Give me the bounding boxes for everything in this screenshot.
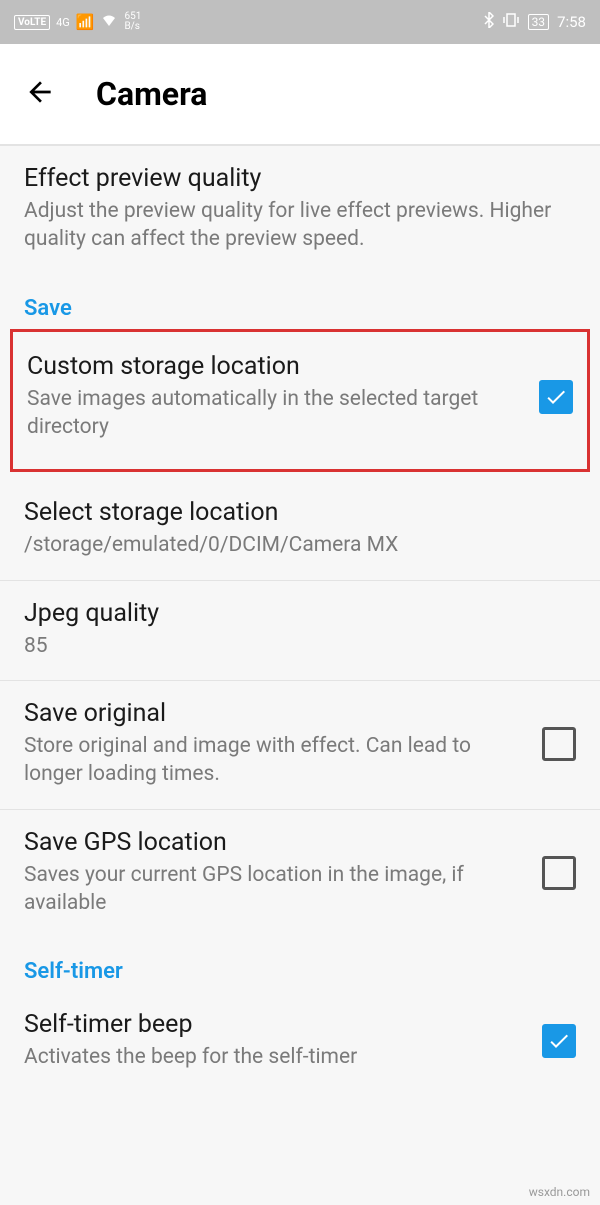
setting-jpeg-quality[interactable]: Jpeg quality 85 — [0, 581, 600, 681]
setting-title: Self-timer beep — [24, 1010, 522, 1039]
checkbox-save-gps[interactable] — [542, 856, 576, 890]
watermark: wsxdn.com — [529, 1185, 590, 1199]
setting-title: Save GPS location — [24, 828, 522, 857]
highlighted-setting: Custom storage location Save images auto… — [10, 329, 590, 473]
data-speed: 651 B/s — [124, 12, 141, 32]
setting-subtitle: /storage/emulated/0/DCIM/Camera MX — [24, 531, 576, 559]
page-title: Camera — [96, 75, 207, 113]
checkbox-selftimer-beep[interactable] — [542, 1024, 576, 1058]
wifi-icon — [100, 13, 118, 31]
setting-subtitle: 85 — [24, 632, 576, 660]
signal-icon: 📶 — [76, 13, 95, 31]
setting-title: Effect preview quality — [24, 164, 576, 193]
bluetooth-icon — [484, 12, 494, 32]
setting-title: Save original — [24, 699, 522, 728]
time: 7:58 — [557, 13, 586, 31]
setting-subtitle: Saves your current GPS location in the i… — [24, 861, 522, 918]
status-left: VoLTE 4G 📶 651 B/s — [14, 12, 141, 32]
setting-subtitle: Activates the beep for the self-timer — [24, 1043, 522, 1071]
checkbox-custom-storage[interactable] — [539, 380, 573, 414]
setting-save-gps[interactable]: Save GPS location Saves your current GPS… — [0, 810, 600, 938]
setting-save-original[interactable]: Save original Store original and image w… — [0, 681, 600, 810]
section-header-selftimer: Self-timer — [0, 937, 600, 992]
setting-title: Jpeg quality — [24, 599, 576, 628]
checkbox-save-original[interactable] — [542, 727, 576, 761]
setting-selftimer-beep[interactable]: Self-timer beep Activates the beep for t… — [0, 992, 600, 1091]
status-bar: VoLTE 4G 📶 651 B/s 33 7:58 — [0, 0, 600, 44]
network-indicator: 4G — [56, 16, 70, 29]
volte-badge: VoLTE — [14, 15, 50, 30]
settings-list: Effect preview quality Adjust the previe… — [0, 146, 600, 1092]
setting-subtitle: Save images automatically in the selecte… — [27, 385, 519, 442]
section-header-save: Save — [0, 274, 600, 329]
battery-icon: 33 — [528, 14, 550, 30]
back-arrow-icon[interactable] — [24, 76, 56, 112]
setting-subtitle: Store original and image with effect. Ca… — [24, 732, 522, 789]
header: Camera — [0, 44, 600, 144]
status-right: 33 7:58 — [484, 12, 586, 32]
setting-effect-preview[interactable]: Effect preview quality Adjust the previe… — [0, 146, 600, 274]
setting-custom-storage[interactable]: Custom storage location Save images auto… — [13, 332, 587, 470]
setting-title: Custom storage location — [27, 352, 519, 381]
vibrate-icon — [502, 13, 520, 31]
setting-subtitle: Adjust the preview quality for live effe… — [24, 197, 576, 254]
setting-select-storage[interactable]: Select storage location /storage/emulate… — [0, 472, 600, 580]
setting-title: Select storage location — [24, 498, 576, 527]
